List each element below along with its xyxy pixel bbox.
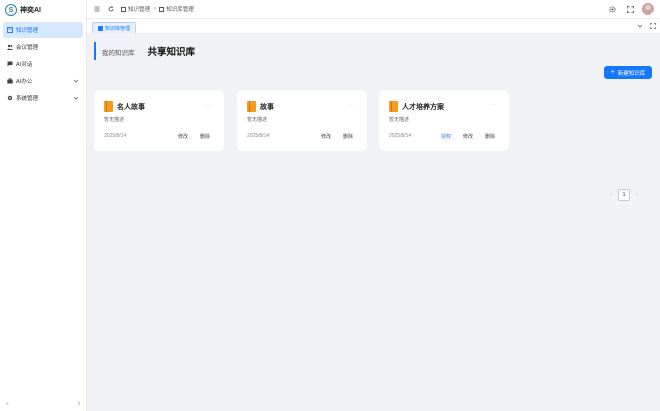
card-description: 暂无描述 bbox=[389, 117, 410, 123]
sidebar-item-label: AI办公 bbox=[16, 79, 33, 85]
book-icon bbox=[389, 101, 398, 112]
delete-button[interactable]: 删除 bbox=[200, 133, 210, 140]
tab-knowledge-base-management[interactable]: 知识库管理 bbox=[92, 22, 137, 33]
sidebar-item-label: AI对话 bbox=[16, 62, 33, 68]
card-title: 人才培养方案 bbox=[402, 103, 444, 111]
knowledge-base-card[interactable]: 故事 ··· 暂无描述 2025/8/14 修改 删除 bbox=[237, 90, 367, 151]
book-icon bbox=[247, 101, 256, 112]
app-title: 神奕AI bbox=[20, 7, 41, 14]
database-icon bbox=[159, 6, 165, 12]
app-logo[interactable]: S 神奕AI bbox=[5, 3, 41, 17]
header-actions bbox=[598, 3, 654, 15]
top-header: 知识管理 > 知识库管理 bbox=[87, 0, 660, 19]
gear-icon bbox=[7, 95, 13, 101]
next-page-icon[interactable]: › bbox=[636, 192, 638, 198]
tab-icon bbox=[98, 25, 103, 31]
expand-icon[interactable] bbox=[650, 23, 656, 29]
chevron-down-icon[interactable] bbox=[637, 23, 643, 29]
tabs-actions bbox=[630, 23, 656, 29]
chat-icon bbox=[7, 61, 13, 67]
card-actions: 授权 修改 删除 bbox=[429, 133, 495, 140]
more-icon[interactable]: ··· bbox=[490, 102, 498, 108]
prev-page-icon[interactable]: ‹ bbox=[610, 192, 612, 198]
knowledge-base-card[interactable]: 人才培养方案 ··· 暂无描述 2025/8/14 授权 修改 删除 bbox=[379, 90, 509, 151]
card-date: 2025/8/14 bbox=[389, 133, 412, 139]
book-icon bbox=[121, 6, 126, 12]
card-actions: 修改 删除 bbox=[309, 133, 353, 140]
sidebar-item-label: 知识管理 bbox=[16, 28, 39, 34]
card-date: 2025/8/14 bbox=[104, 133, 127, 139]
sidebar-footer: « ⇧ bbox=[0, 397, 87, 411]
sidebar-settings-icon[interactable]: ⇧ bbox=[77, 401, 81, 407]
sidebar-item-label: 系统管理 bbox=[16, 96, 39, 102]
sidebar-item-ai-chat[interactable]: AI对话 bbox=[3, 56, 83, 72]
card-description: 暂无描述 bbox=[247, 117, 268, 123]
menu-toggle-icon[interactable] bbox=[93, 5, 101, 13]
edit-button[interactable]: 修改 bbox=[321, 133, 331, 140]
pagination: ‹ 1 › bbox=[610, 189, 638, 201]
page-number-button[interactable]: 1 bbox=[618, 189, 630, 201]
edit-button[interactable]: 修改 bbox=[178, 133, 188, 140]
tab-label: 知识库管理 bbox=[105, 25, 131, 32]
tab-shared-knowledge-base[interactable]: 共享知识库 bbox=[148, 44, 196, 60]
authorize-button[interactable]: 授权 bbox=[441, 133, 451, 140]
knowledge-base-card[interactable]: 名人故事 ··· 暂无描述 2025/8/14 修改 删除 bbox=[94, 90, 224, 151]
sidebar-item-system[interactable]: 系统管理 bbox=[3, 90, 83, 106]
sidebar-item-label: 会议管理 bbox=[16, 45, 39, 51]
delete-button[interactable]: 删除 bbox=[343, 133, 353, 140]
logo-icon: S bbox=[5, 4, 17, 16]
settings-icon[interactable] bbox=[608, 5, 616, 13]
briefcase-icon bbox=[7, 78, 13, 84]
more-icon[interactable]: ··· bbox=[205, 102, 213, 108]
user-avatar[interactable] bbox=[642, 3, 654, 15]
new-knowledge-base-button[interactable]: + 新建知识库 bbox=[604, 66, 652, 79]
plus-icon: + bbox=[610, 69, 615, 76]
main-content: 我的知识库 共享知识库 + 新建知识库 名人故事 ··· 暂无描述 2025/8… bbox=[87, 34, 660, 411]
sidebar-item-ai-office[interactable]: AI办公 bbox=[3, 73, 83, 89]
card-header: 人才培养方案 bbox=[389, 101, 444, 112]
card-header: 名人故事 bbox=[104, 101, 145, 112]
chevron-down-icon bbox=[73, 96, 79, 100]
fullscreen-icon[interactable] bbox=[626, 5, 634, 13]
card-date: 2025/8/14 bbox=[247, 133, 270, 139]
edit-button[interactable]: 修改 bbox=[463, 133, 473, 140]
online-status-icon bbox=[651, 12, 654, 15]
sidebar: S 神奕AI 知识管理 会议管理 AI对话 AI办公 系统管理 « ⇧ bbox=[0, 0, 87, 411]
book-icon bbox=[104, 101, 113, 112]
book-icon bbox=[7, 27, 13, 33]
collapse-sidebar-icon[interactable]: « bbox=[6, 401, 9, 407]
refresh-icon[interactable] bbox=[107, 5, 115, 13]
sidebar-item-knowledge[interactable]: 知识管理 bbox=[3, 22, 83, 38]
breadcrumb-item[interactable]: 知识库管理 bbox=[166, 5, 194, 13]
users-icon bbox=[7, 44, 13, 50]
delete-button[interactable]: 删除 bbox=[485, 133, 495, 140]
tab-my-knowledge-base[interactable]: 我的知识库 bbox=[102, 47, 135, 60]
breadcrumb-item[interactable]: 知识管理 bbox=[128, 5, 150, 13]
card-description: 暂无描述 bbox=[104, 117, 125, 123]
chevron-down-icon bbox=[73, 79, 79, 83]
card-title: 故事 bbox=[260, 103, 274, 111]
breadcrumb-separator: > bbox=[153, 6, 157, 12]
sidebar-nav: 知识管理 会议管理 AI对话 AI办公 系统管理 bbox=[3, 22, 83, 107]
tabs-bar: 知识库管理 bbox=[87, 19, 660, 34]
more-icon[interactable]: ··· bbox=[348, 102, 356, 108]
knowledge-base-tabs: 我的知识库 共享知识库 bbox=[94, 42, 208, 60]
sidebar-item-meetings[interactable]: 会议管理 bbox=[3, 39, 83, 55]
breadcrumb: 知识管理 > 知识库管理 bbox=[121, 5, 194, 13]
new-button-label: 新建知识库 bbox=[617, 70, 646, 77]
card-actions: 修改 删除 bbox=[166, 133, 210, 140]
card-title: 名人故事 bbox=[117, 103, 145, 111]
card-header: 故事 bbox=[247, 101, 274, 112]
